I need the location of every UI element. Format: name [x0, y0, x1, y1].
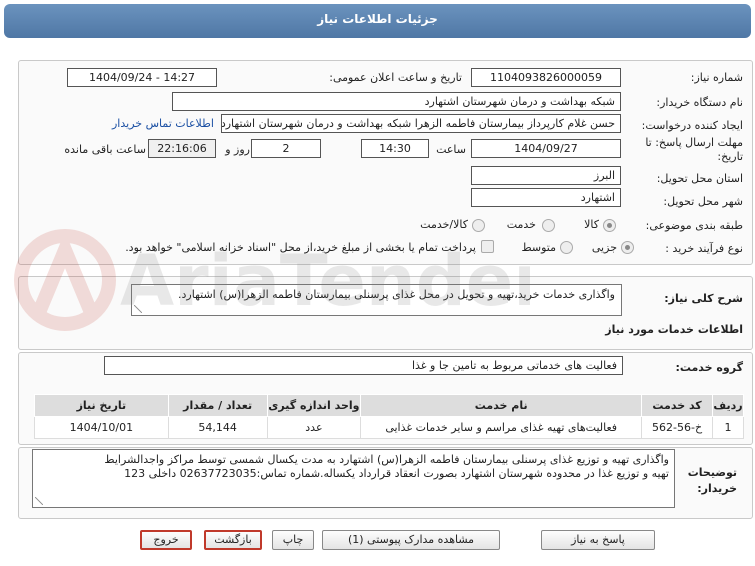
deadline-label-2: تاریخ:: [717, 150, 743, 163]
category-option-service: خدمت: [506, 218, 536, 231]
resize-handle-icon[interactable]: [134, 305, 142, 313]
buyer-notes-line-2: تهیه و توزیع غذا در محدوده شهرستان اشتها…: [124, 467, 669, 480]
col-code: کد خدمت: [641, 394, 714, 417]
category-radio-service[interactable]: [542, 219, 555, 232]
deadline-label: مهلت ارسال پاسخ: تا: [645, 136, 743, 149]
summary-text: واگذاری خدمات خرید،تهیه و تحویل در محل غ…: [178, 288, 615, 301]
cell-date: 1404/10/01: [34, 416, 169, 439]
summary-label: شرح کلی نیاز:: [664, 292, 743, 305]
creator-label: ایجاد کننده درخواست:: [641, 119, 743, 132]
announce-field: 1404/09/24 - 14:27: [67, 68, 217, 87]
summary-textarea[interactable]: واگذاری خدمات خرید،تهیه و تحویل در محل غ…: [131, 284, 622, 316]
services-table: ردیف کد خدمت نام خدمت واحد اندازه گیری ت…: [34, 394, 744, 439]
remaining-time-field: 22:16:06: [148, 139, 216, 158]
treasury-checkbox[interactable]: [481, 240, 494, 253]
services-section-title: اطلاعات خدمات مورد نیاز: [605, 323, 743, 336]
remaining-label: ساعت باقی مانده: [64, 143, 146, 156]
category-radio-goods[interactable]: [603, 219, 616, 232]
process-option-medium: متوسط: [521, 241, 556, 254]
contact-buyer-link[interactable]: اطلاعات تماس خریدار: [112, 117, 214, 130]
info-panel: [18, 60, 753, 265]
need-details-page: جزئیات اطلاعات نیاز شماره نیاز: 11040938…: [0, 0, 755, 566]
table-row: 1 خ-56-562 فعالیت‌های تهیه غذای مراسم و …: [34, 416, 744, 439]
cell-name: فعالیت‌های تهیه غذای مراسم و سایر خدمات …: [360, 416, 643, 439]
deadline-time-field: 14:30: [361, 139, 429, 158]
buyer-notes-label-2: خریدار:: [697, 482, 737, 495]
process-radio-medium[interactable]: [560, 241, 573, 254]
col-unit: واحد اندازه گیری: [266, 394, 362, 417]
buyer-notes-line-1: واگذاری تهیه و توزیع غذای پرسنلی بیمارست…: [104, 453, 669, 466]
service-group-field: فعالیت های خدماتی مربوط به تامین جا و غذ…: [104, 356, 623, 375]
province-label: استان محل تحویل:: [656, 172, 743, 185]
col-qty: تعداد / مقدار: [167, 394, 268, 417]
city-label: شهر محل تحویل:: [663, 195, 743, 208]
buyer-org-field: شبکه بهداشت و درمان شهرستان اشتهارد: [172, 92, 621, 111]
time-label: ساعت: [436, 143, 466, 156]
service-group-label: گروه خدمت:: [675, 361, 743, 374]
cell-code: خ-56-562: [641, 416, 714, 439]
page-title: جزئیات اطلاعات نیاز: [317, 12, 438, 26]
resize-handle-icon[interactable]: [35, 497, 43, 505]
view-attachments-button[interactable]: مشاهده مدارک پیوستی (1): [322, 530, 500, 550]
province-field: البرز: [471, 166, 621, 185]
buyer-notes-textarea[interactable]: واگذاری تهیه و توزیع غذای پرسنلی بیمارست…: [32, 449, 675, 508]
back-button[interactable]: بازگشت: [204, 530, 262, 550]
process-option-minor: جزیی: [591, 241, 617, 254]
announce-label: تاریخ و ساعت اعلان عمومی:: [329, 71, 462, 84]
process-label: نوع فرآیند خرید :: [665, 242, 743, 255]
category-radio-both[interactable]: [472, 219, 485, 232]
col-date: تاریخ نیاز: [34, 394, 169, 417]
need-number-field: 1104093826000059: [471, 68, 621, 87]
city-field: اشتهارد: [471, 188, 621, 207]
page-header: جزئیات اطلاعات نیاز: [4, 4, 751, 38]
table-header-row: ردیف کد خدمت نام خدمت واحد اندازه گیری ت…: [34, 394, 744, 417]
category-option-goods: کالا: [584, 218, 599, 231]
days-field: 2: [251, 139, 321, 158]
process-radio-minor[interactable]: [621, 241, 634, 254]
col-name: نام خدمت: [360, 394, 643, 417]
days-label: روز و: [225, 143, 250, 156]
category-label: طبقه بندی موضوعی:: [645, 219, 743, 232]
print-button[interactable]: چاپ: [272, 530, 314, 550]
deadline-date-field: 1404/09/27: [471, 139, 621, 158]
buyer-org-label: نام دستگاه خریدار:: [656, 96, 743, 109]
reply-button[interactable]: پاسخ به نیاز: [541, 530, 655, 550]
cell-unit: عدد: [266, 416, 362, 439]
creator-field: حسن غلام کارپرداز بیمارستان فاطمه الزهرا…: [221, 114, 621, 133]
need-number-label: شماره نیاز:: [690, 71, 743, 84]
buyer-notes-label: توضیحات: [687, 466, 737, 479]
col-row: ردیف: [712, 394, 744, 417]
cell-qty: 54,144: [167, 416, 268, 439]
exit-button[interactable]: خروج: [140, 530, 192, 550]
cell-row: 1: [712, 416, 744, 439]
category-option-both: کالا/خدمت: [420, 218, 468, 231]
treasury-note: پرداخت تمام یا بخشی از مبلغ خرید،از محل …: [125, 241, 476, 254]
